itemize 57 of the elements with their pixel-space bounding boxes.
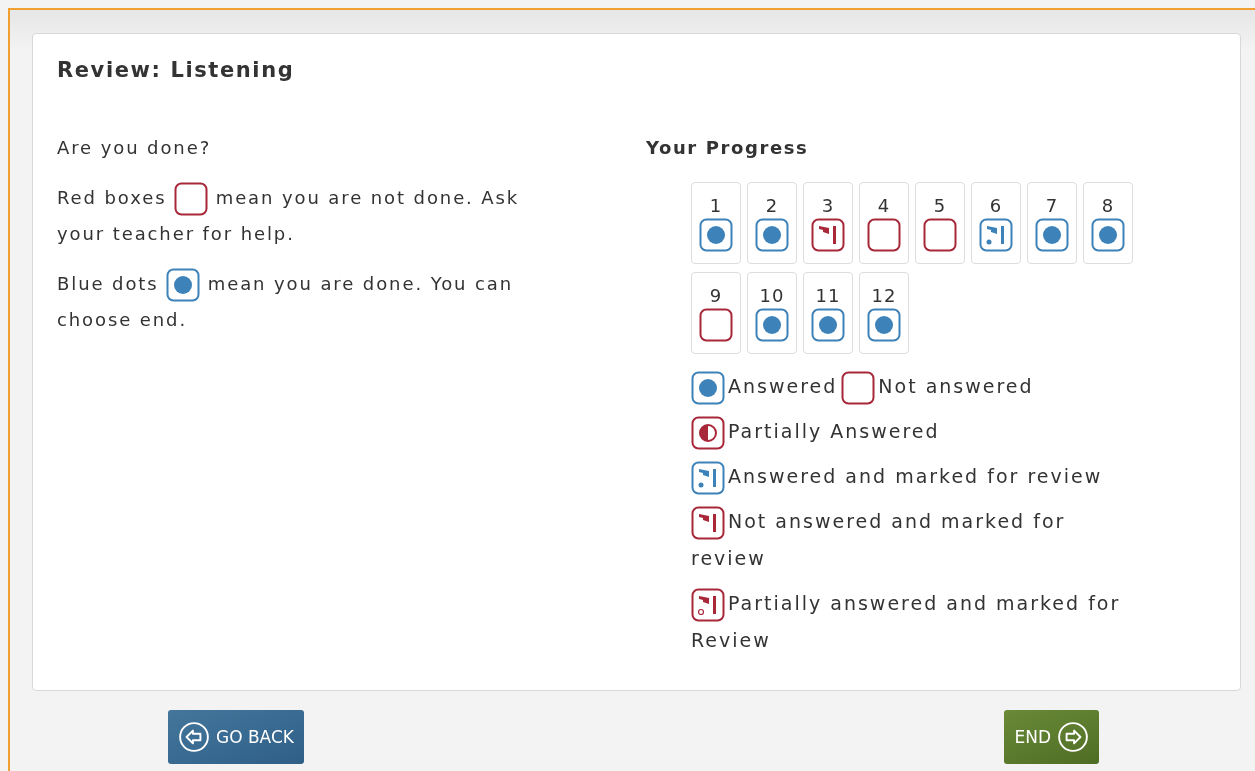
dot-status-icon [867, 307, 901, 342]
question-tile[interactable]: 4 [859, 182, 909, 264]
question-number: 5 [933, 194, 947, 216]
progress-title: Your Progress [646, 136, 810, 160]
page-title: Review: Listening [57, 58, 296, 82]
question-number: 9 [709, 284, 723, 306]
intro-text: Are you done? [57, 136, 213, 160]
dot-status-icon [166, 268, 201, 302]
dot-status-icon [811, 307, 845, 342]
dot-status-icon [1035, 217, 1069, 252]
question-tile[interactable]: 11 [803, 272, 853, 354]
flag-dot-status-icon [979, 217, 1013, 252]
question-tile[interactable]: 8 [1083, 182, 1133, 264]
question-number: 12 [871, 284, 897, 306]
question-tile[interactable]: 6 [971, 182, 1021, 264]
question-number: 3 [821, 194, 835, 216]
question-tile[interactable]: 12 [859, 272, 909, 354]
dot-status-icon [755, 217, 789, 252]
question-tile[interactable]: 9 [691, 272, 741, 354]
empty-status-icon [699, 307, 733, 342]
flag-dot-status-icon [691, 460, 725, 495]
question-tile[interactable]: 2 [747, 182, 797, 264]
question-number: 10 [759, 284, 785, 306]
empty-status-icon [867, 217, 901, 252]
question-number: 2 [765, 194, 779, 216]
question-number: 8 [1101, 194, 1115, 216]
hint-text: Red boxes mean you are not done. Ask your teacher for help. [57, 180, 557, 252]
flag-half-circle-status-icon [691, 587, 725, 622]
half-circle-status-icon [691, 415, 725, 450]
question-tile[interactable]: 3 [803, 182, 853, 264]
question-number: 4 [877, 194, 891, 216]
question-number: 11 [815, 284, 841, 306]
legend-item: Not answered [841, 375, 1034, 397]
legend-item: Not answered and marked for review [691, 510, 1066, 569]
hint-text: Blue dots mean you are done. You can choose end. [57, 266, 557, 338]
go-back-button[interactable]: GO BACK [168, 710, 304, 764]
legend-item: Partially answered and marked for Review [691, 592, 1121, 651]
dot-status-icon [1091, 217, 1125, 252]
question-tile[interactable]: 10 [747, 272, 797, 354]
dot-status-icon [699, 217, 733, 252]
empty-status-icon [923, 217, 957, 252]
legend-item: Partially Answered [691, 420, 940, 442]
empty-status-icon [841, 370, 876, 405]
question-tile[interactable]: 1 [691, 182, 741, 264]
question-number: 6 [989, 194, 1003, 216]
question-tile[interactable]: 7 [1027, 182, 1077, 264]
legend-item: Answered [691, 375, 838, 397]
end-button[interactable]: END [1004, 710, 1099, 764]
flag-status-icon [691, 505, 725, 540]
question-tile[interactable]: 5 [915, 182, 965, 264]
question-number: 1 [709, 194, 723, 216]
legend-item: Answered and marked for review [691, 465, 1103, 487]
flag-status-icon [811, 217, 845, 252]
dot-status-icon [755, 307, 789, 342]
question-number: 7 [1045, 194, 1059, 216]
dot-status-icon [691, 370, 725, 405]
empty-status-icon [174, 182, 209, 216]
